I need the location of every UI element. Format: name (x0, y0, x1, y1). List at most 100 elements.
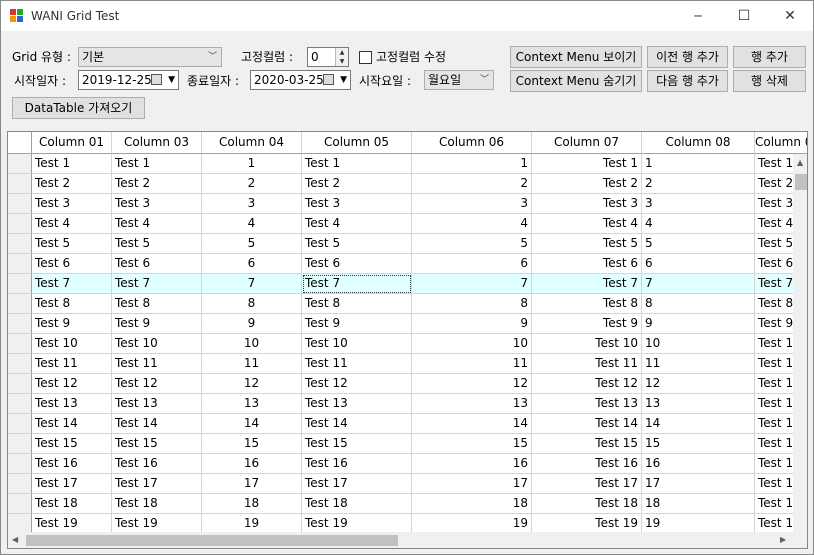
vertical-scroll-thumb[interactable] (795, 174, 807, 190)
table-cell[interactable]: Test 8 (532, 294, 642, 314)
column-header[interactable]: Column 04 (202, 132, 302, 154)
table-row[interactable]: Test 5 Test 5 5 Test 5 5 Test 5 5 Test 5 (8, 234, 807, 254)
table-row[interactable]: Test 10 Test 10 10 Test 10 10 Test 10 10 Test 1… (8, 334, 807, 354)
table-cell[interactable]: 10 (642, 334, 755, 354)
table-row[interactable]: Test 8 Test 8 8 Test 8 8 Test 8 8 Test 8 (8, 294, 807, 314)
table-cell[interactable]: Test 3 (302, 194, 412, 214)
title-bar[interactable]: WANI Grid Test ─ ☐ ✕ (1, 1, 813, 31)
table-cell[interactable]: Test 16 (532, 454, 642, 474)
table-cell[interactable]: 9 (412, 314, 532, 334)
fixed-column-stepper[interactable]: 0 ▲ ▼ (307, 47, 349, 67)
table-cell[interactable]: Test 5 (532, 234, 642, 254)
row-header[interactable] (8, 234, 32, 254)
table-cell[interactable]: 11 (412, 354, 532, 374)
table-cell[interactable]: 12 (642, 374, 755, 394)
table-cell[interactable]: 13 (412, 394, 532, 414)
table-cell[interactable]: Test 11 (112, 354, 202, 374)
table-cell[interactable]: Test 10 (302, 334, 412, 354)
table-cell[interactable]: Test 3 (32, 194, 112, 214)
scroll-left-icon[interactable]: ◀ (12, 535, 18, 544)
row-header[interactable] (8, 274, 32, 294)
column-header[interactable]: Column 09 (755, 132, 807, 154)
table-cell[interactable]: Test 4 (32, 214, 112, 234)
row-header[interactable] (8, 254, 32, 274)
row-header[interactable] (8, 294, 32, 314)
table-cell[interactable]: Test 10 (32, 334, 112, 354)
table-row[interactable]: Test 7 Test 7 7 Test 7 7 Test 7 7 Test 7 (8, 274, 807, 294)
table-cell[interactable]: Test 11 (32, 354, 112, 374)
row-header[interactable] (8, 194, 32, 214)
table-cell[interactable]: Test 9 (302, 314, 412, 334)
row-header[interactable] (8, 334, 32, 354)
table-cell[interactable]: Test 18 (32, 494, 112, 514)
table-cell[interactable]: Test 1 (32, 154, 112, 174)
table-cell[interactable]: 4 (412, 214, 532, 234)
row-header[interactable] (8, 214, 32, 234)
close-button[interactable]: ✕ (767, 1, 813, 31)
table-cell[interactable]: 19 (642, 514, 755, 534)
table-cell[interactable]: Test 8 (302, 294, 412, 314)
table-cell[interactable]: Test 19 (112, 514, 202, 534)
table-cell[interactable]: 13 (642, 394, 755, 414)
table-cell[interactable]: Test 13 (532, 394, 642, 414)
table-row[interactable]: Test 11 Test 11 11 Test 11 11 Test 11 11 Test 1… (8, 354, 807, 374)
table-cell[interactable]: 3 (202, 194, 302, 214)
table-cell[interactable]: 5 (412, 234, 532, 254)
table-cell[interactable]: Test 17 (32, 474, 112, 494)
table-cell[interactable]: 19 (202, 514, 302, 534)
table-cell[interactable]: 8 (412, 294, 532, 314)
table-cell[interactable]: 9 (202, 314, 302, 334)
table-cell[interactable]: 8 (642, 294, 755, 314)
table-cell[interactable]: Test 2 (302, 174, 412, 194)
column-header[interactable]: Column 07 (532, 132, 642, 154)
table-cell[interactable]: Test 2 (32, 174, 112, 194)
table-cell[interactable]: 15 (202, 434, 302, 454)
column-header[interactable]: Column 05 (302, 132, 412, 154)
table-row[interactable]: Test 14 Test 14 14 Test 14 14 Test 14 14 Test 1… (8, 414, 807, 434)
table-cell[interactable]: 10 (202, 334, 302, 354)
add-prev-row-button[interactable]: 이전 행 추가 (647, 46, 728, 68)
table-cell[interactable]: Test 7 (302, 274, 412, 294)
table-cell[interactable]: Test 5 (32, 234, 112, 254)
table-cell[interactable]: 16 (412, 454, 532, 474)
table-cell[interactable]: Test 11 (302, 354, 412, 374)
table-cell[interactable]: Test 5 (112, 234, 202, 254)
table-cell[interactable]: Test 19 (302, 514, 412, 534)
minimize-button[interactable]: ─ (675, 1, 721, 31)
table-cell[interactable]: 14 (642, 414, 755, 434)
table-cell[interactable]: 16 (202, 454, 302, 474)
table-cell[interactable]: Test 15 (32, 434, 112, 454)
table-cell[interactable]: Test 1 (112, 154, 202, 174)
table-cell[interactable]: Test 18 (112, 494, 202, 514)
table-cell[interactable]: Test 6 (302, 254, 412, 274)
table-cell[interactable]: 11 (642, 354, 755, 374)
add-row-button[interactable]: 행 추가 (733, 46, 806, 68)
table-cell[interactable]: 19 (412, 514, 532, 534)
row-header[interactable] (8, 394, 32, 414)
column-header[interactable]: Column 01 (32, 132, 112, 154)
table-cell[interactable]: Test 16 (112, 454, 202, 474)
grid-type-select[interactable]: 기본 ﹀ (78, 47, 222, 67)
table-cell[interactable]: 17 (642, 474, 755, 494)
table-cell[interactable]: 3 (642, 194, 755, 214)
table-cell[interactable]: Test 14 (532, 414, 642, 434)
table-row[interactable]: Test 6 Test 6 6 Test 6 6 Test 6 6 Test 6 (8, 254, 807, 274)
table-cell[interactable]: 8 (202, 294, 302, 314)
table-cell[interactable]: Test 14 (32, 414, 112, 434)
data-grid[interactable]: Column 01 Column 03 Column 04 Column 05 Colu… (7, 131, 808, 549)
table-cell[interactable]: Test 2 (532, 174, 642, 194)
table-cell[interactable]: Test 6 (112, 254, 202, 274)
table-row[interactable]: Test 1 Test 1 1 Test 1 1 Test 1 1 Test 1 (8, 154, 807, 174)
table-cell[interactable]: 1 (642, 154, 755, 174)
table-cell[interactable]: Test 5 (302, 234, 412, 254)
table-cell[interactable]: Test 13 (302, 394, 412, 414)
table-cell[interactable]: 17 (412, 474, 532, 494)
fixed-column-edit-checkbox[interactable] (359, 51, 372, 64)
scroll-up-icon[interactable]: ▲ (797, 158, 803, 167)
context-menu-hide-button[interactable]: Context Menu 숨기기 (510, 70, 642, 92)
table-cell[interactable]: 15 (412, 434, 532, 454)
add-next-row-button[interactable]: 다음 행 추가 (647, 70, 728, 92)
row-header[interactable] (8, 494, 32, 514)
datatable-load-button[interactable]: DataTable 가져오기 (12, 97, 145, 119)
column-header[interactable]: Column 06 (412, 132, 532, 154)
